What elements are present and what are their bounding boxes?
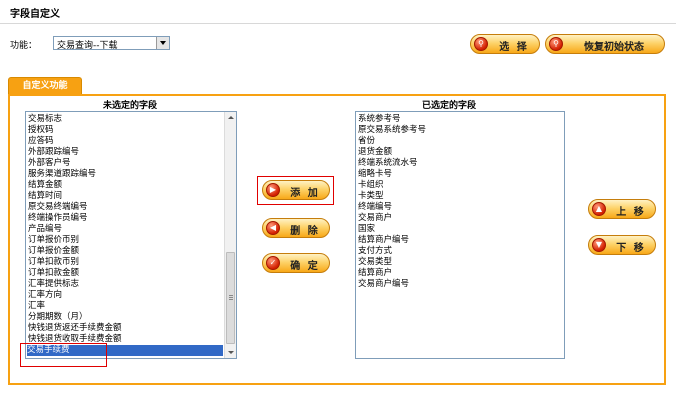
reset-button[interactable]: ⚲ 恢复初始状态 — [545, 34, 665, 54]
list-item[interactable]: 原交易终端编号 — [28, 202, 88, 213]
list-item[interactable]: 汇率方向 — [28, 290, 62, 301]
list-item[interactable]: 缩略卡号 — [358, 169, 392, 180]
title-divider — [0, 23, 676, 24]
list-item[interactable]: 结算金额 — [28, 180, 62, 191]
list-item[interactable]: 汇率提供标志 — [28, 279, 79, 290]
list-item[interactable]: 服务渠道跟踪编号 — [28, 169, 96, 180]
selected-heading: 已选定的字段 — [422, 101, 477, 111]
chevron-down-icon[interactable] — [156, 37, 169, 49]
list-item[interactable]: 支付方式 — [358, 246, 392, 257]
add-button-highlight — [257, 176, 334, 205]
scroll-thumb[interactable] — [226, 252, 235, 344]
tab-custom-function[interactable]: 自定义功能 — [8, 77, 82, 94]
arrow-up-icon: ▲ — [592, 202, 606, 216]
grip-icon — [229, 295, 233, 296]
list-item[interactable]: 国家 — [358, 224, 375, 235]
list-item[interactable]: 结算商户 — [358, 268, 392, 279]
list-item[interactable]: 卡组织 — [358, 180, 384, 191]
unselected-scrollbar[interactable] — [224, 112, 236, 358]
list-item[interactable]: 交易商户编号 — [358, 279, 409, 290]
confirm-button[interactable]: ✓ 确 定 — [262, 253, 330, 273]
list-item[interactable]: 结算时间 — [28, 191, 62, 202]
checkmark-icon: ✓ — [266, 256, 280, 270]
selected-fields-list[interactable]: 交易商户编号 结算商户 交易类型 支付方式 结算商户编号 国家 交易商户 终端编号 卡类型 卡组织… — [355, 111, 565, 359]
move-down-button[interactable]: ▼ 下 移 — [588, 235, 656, 255]
list-item[interactable]: 外部客户号 — [28, 158, 71, 169]
page-title: 字段自定义 — [10, 9, 60, 20]
list-item[interactable]: 外部跟踪编号 — [28, 147, 79, 158]
list-item[interactable]: 终端操作员编号 — [28, 213, 88, 224]
function-label: 功能： — [10, 41, 38, 51]
list-item[interactable]: 应答码 — [28, 136, 54, 147]
list-item[interactable]: 终端系统流水号 — [358, 158, 418, 169]
list-item[interactable]: 结算商户编号 — [358, 235, 409, 246]
list-item[interactable]: 退货金额 — [358, 147, 392, 158]
unselected-heading: 未选定的字段 — [103, 101, 158, 111]
search-icon: ⚲ — [474, 37, 488, 51]
function-select-value: 交易查询--下载 — [57, 41, 118, 51]
search-icon: ⚲ — [549, 37, 563, 51]
list-item[interactable]: 授权码 — [28, 125, 54, 136]
arrow-left-icon: ◀ — [266, 221, 280, 235]
delete-button[interactable]: ◀ 删 除 — [262, 218, 330, 238]
list-item[interactable]: 交易类型 — [358, 257, 392, 268]
unselected-fields-list[interactable]: 交易手续费 快钱退货收取手续费金额 快钱退货返还手续费金额 分期期数（月） 汇率 汇率方向… — [25, 111, 237, 359]
list-item[interactable]: 汇率 — [28, 301, 45, 312]
list-item[interactable]: 交易商户 — [358, 213, 392, 224]
list-item[interactable]: 省份 — [358, 136, 375, 147]
list-item[interactable]: 终端编号 — [358, 202, 392, 213]
selected-item-highlight — [20, 343, 107, 367]
arrow-down-icon: ▼ — [592, 238, 606, 252]
move-up-button[interactable]: ▲ 上 移 — [588, 199, 656, 219]
function-select[interactable]: 交易查询--下载 — [53, 36, 170, 51]
list-item[interactable]: 订单扣款金额 — [28, 268, 79, 279]
scroll-down-arrow-icon[interactable] — [225, 346, 236, 358]
scroll-up-arrow-icon[interactable] — [225, 112, 236, 124]
list-item[interactable]: 订单报价币别 — [28, 235, 79, 246]
list-item[interactable]: 订单报价金额 — [28, 246, 79, 257]
list-item[interactable]: 交易标志 — [28, 114, 62, 125]
list-item[interactable]: 快钱退货返还手续费金额 — [28, 323, 122, 334]
select-button[interactable]: ⚲ 选 择 — [470, 34, 540, 54]
list-item[interactable]: 卡类型 — [358, 191, 384, 202]
list-item[interactable]: 订单扣款币别 — [28, 257, 79, 268]
list-item[interactable]: 原交易系统参考号 — [358, 125, 426, 136]
list-item[interactable]: 系统参考号 — [358, 114, 401, 125]
list-item[interactable]: 分期期数（月） — [28, 312, 88, 323]
list-item[interactable]: 产品编号 — [28, 224, 62, 235]
